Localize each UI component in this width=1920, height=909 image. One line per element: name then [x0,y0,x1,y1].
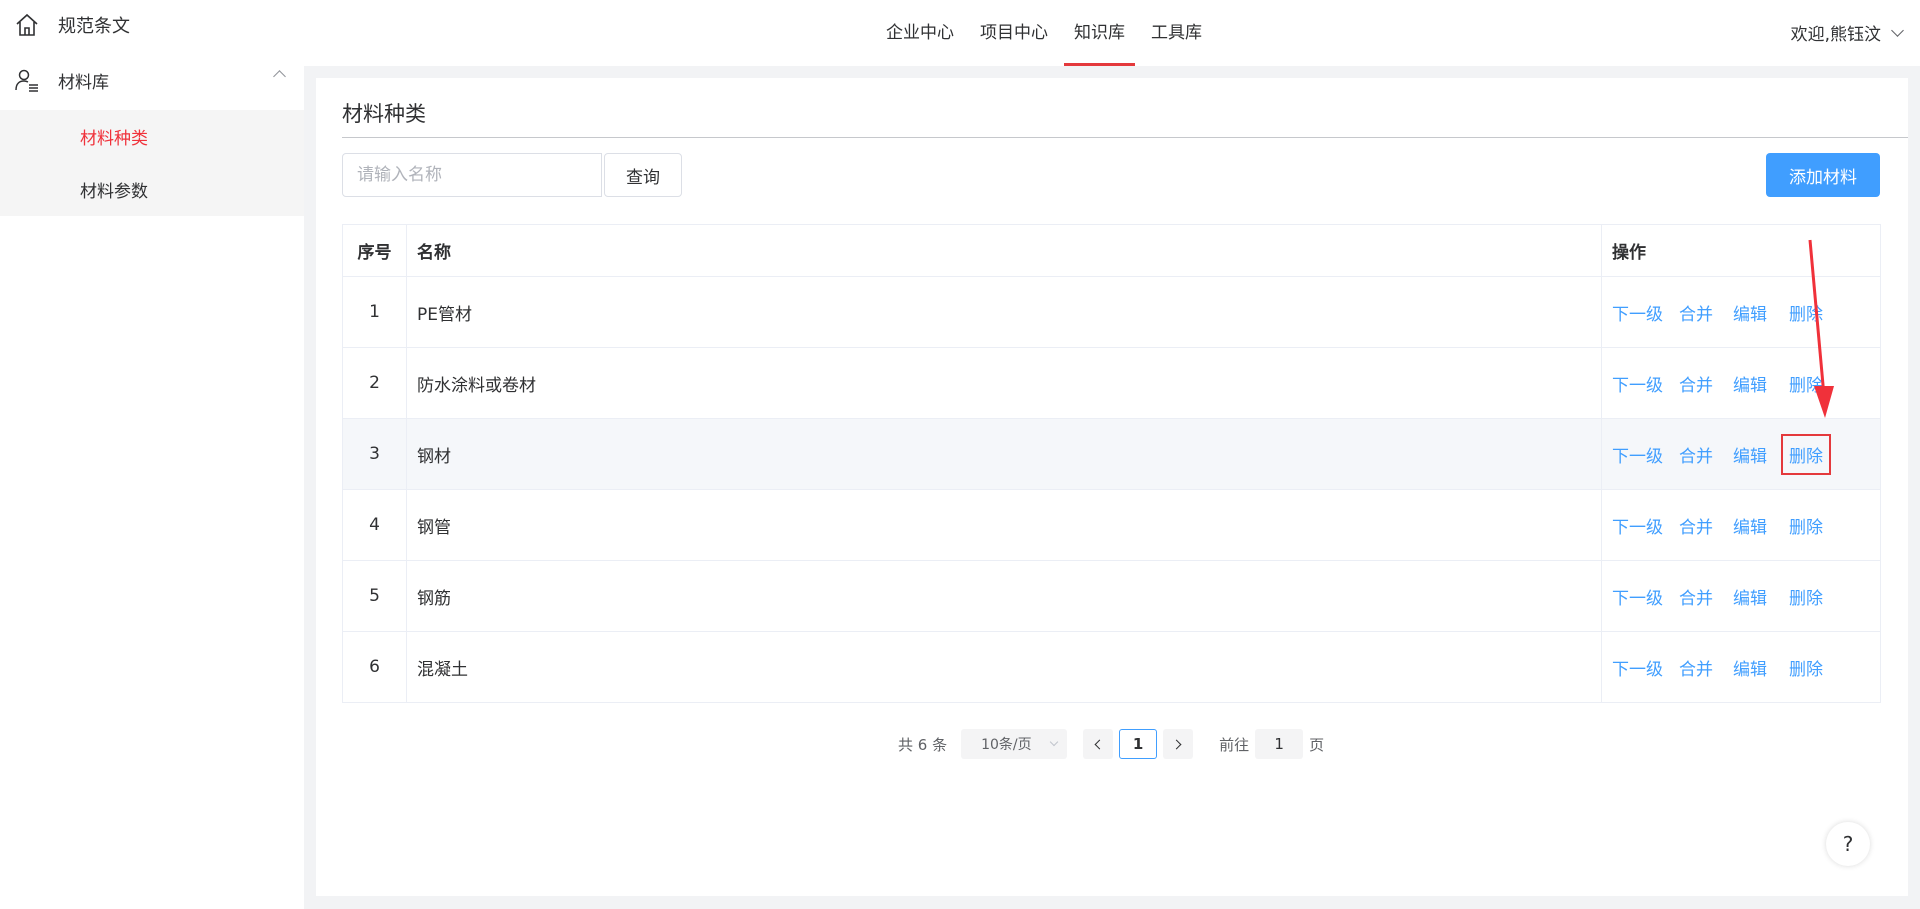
sidebar-item-material-types[interactable]: 材料种类 [0,110,304,163]
row-name: 防水涂料或卷材 [407,348,1602,418]
next-page-button[interactable] [1163,729,1194,759]
delete-link[interactable]: 删除 [1789,584,1823,609]
merge-link[interactable]: 合并 [1679,513,1713,538]
edit-link[interactable]: 编辑 [1733,300,1767,325]
goto-label: 前往 [1219,735,1250,754]
add-material-button[interactable]: 添加材料 [1766,153,1880,197]
chevron-left-icon [1094,739,1105,749]
user-list-icon [14,67,40,93]
sidebar-item-label: 材料种类 [80,129,148,149]
chevron-right-icon [1171,739,1182,749]
table-row: 5 钢筋 下一级 合并 编辑 删除 [343,561,1880,632]
user-menu[interactable]: 欢迎,熊钰汶 [1790,20,1904,45]
edit-link[interactable]: 编辑 [1733,584,1767,609]
row-name: 钢筋 [407,561,1602,631]
row-name: 钢管 [407,490,1602,560]
page-size-value: 10条/页 [981,737,1032,753]
page-title: 材料种类 [342,102,426,126]
chevron-down-icon [1049,737,1059,747]
table-row: 4 钢管 下一级 合并 编辑 删除 [343,490,1880,561]
row-index: 5 [343,561,407,631]
sidebar-item-label: 规范条文 [58,16,130,37]
page-number-current[interactable]: 1 [1119,729,1158,759]
row-name: 混凝土 [407,632,1602,702]
merge-link[interactable]: 合并 [1679,655,1713,680]
tab-enterprise-center[interactable]: 企业中心 [876,0,964,66]
home-icon [14,12,40,38]
chevron-up-icon [273,70,286,83]
pagination: 共 6 条 10条/页 1 前往 页 [898,729,1324,759]
table-header: 序号 名称 操作 [343,225,1880,277]
sub-level-link[interactable]: 下一级 [1612,584,1663,609]
delete-link[interactable]: 删除 [1789,513,1823,538]
sub-level-link[interactable]: 下一级 [1612,300,1663,325]
table-row: 2 防水涂料或卷材 下一级 合并 编辑 删除 [343,348,1880,419]
materials-table: 序号 名称 操作 1 PE管材 下一级 合并 编辑 删除 2 防水涂料或卷材 下… [342,224,1881,703]
goto-page-input[interactable] [1255,729,1304,759]
edit-link[interactable]: 编辑 [1733,442,1767,467]
search-input[interactable] [342,153,602,197]
help-button[interactable]: ? [1826,822,1870,866]
search-button[interactable]: 查询 [604,153,682,197]
sidebar-item-material-params[interactable]: 材料参数 [0,163,304,216]
sidebar-item-regulations[interactable]: 规范条文 [0,0,304,50]
prev-page-button[interactable] [1083,729,1114,759]
page-size-select[interactable]: 10条/页 [961,729,1068,759]
welcome-text: 欢迎,熊钰汶 [1790,25,1881,45]
delete-link[interactable]: 删除 [1781,433,1831,475]
row-index: 1 [343,277,407,347]
delete-link[interactable]: 删除 [1789,655,1823,680]
sub-level-link[interactable]: 下一级 [1612,442,1663,467]
table-row: 1 PE管材 下一级 合并 编辑 删除 [343,277,1880,348]
sub-level-link[interactable]: 下一级 [1612,655,1663,680]
pagination-total: 共 6 条 [898,735,948,754]
sidebar: 规范条文 材料库 材料种类 材料参数 [0,0,304,909]
merge-link[interactable]: 合并 [1679,584,1713,609]
table-row: 3 钢材 下一级 合并 编辑 删除 [343,419,1880,490]
title-divider [342,137,1908,138]
merge-link[interactable]: 合并 [1679,300,1713,325]
header-index: 序号 [343,225,407,276]
tab-tool-library[interactable]: 工具库 [1141,0,1212,66]
merge-link[interactable]: 合并 [1679,442,1713,467]
sidebar-submenu: 材料种类 材料参数 [0,110,304,216]
edit-link[interactable]: 编辑 [1733,513,1767,538]
row-name: 钢材 [407,419,1602,489]
edit-link[interactable]: 编辑 [1733,655,1767,680]
chevron-down-icon [1891,23,1904,37]
sidebar-group-label: 材料库 [58,72,109,93]
tab-project-center[interactable]: 项目中心 [970,0,1058,66]
sub-level-link[interactable]: 下一级 [1612,513,1663,538]
merge-link[interactable]: 合并 [1679,371,1713,396]
annotation-arrow [1808,239,1834,418]
header-name: 名称 [407,225,1602,276]
sub-level-link[interactable]: 下一级 [1612,371,1663,396]
tab-knowledge-base[interactable]: 知识库 [1064,0,1135,66]
main-panel: 材料种类 查询 添加材料 序号 名称 操作 1 PE管材 下一级 合并 编辑 删… [316,78,1908,896]
top-navbar: 企业中心 项目中心 知识库 工具库 欢迎,熊钰汶 [304,0,1920,66]
sidebar-item-label: 材料参数 [80,182,148,202]
nav-tabs: 企业中心 项目中心 知识库 工具库 [876,0,1218,66]
sidebar-group-materials[interactable]: 材料库 [0,50,304,110]
row-index: 6 [343,632,407,702]
edit-link[interactable]: 编辑 [1733,371,1767,396]
row-index: 3 [343,419,407,489]
page-unit-label: 页 [1309,735,1325,754]
row-name: PE管材 [407,277,1602,347]
row-index: 4 [343,490,407,560]
table-row: 6 混凝土 下一级 合并 编辑 删除 [343,632,1880,703]
row-index: 2 [343,348,407,418]
